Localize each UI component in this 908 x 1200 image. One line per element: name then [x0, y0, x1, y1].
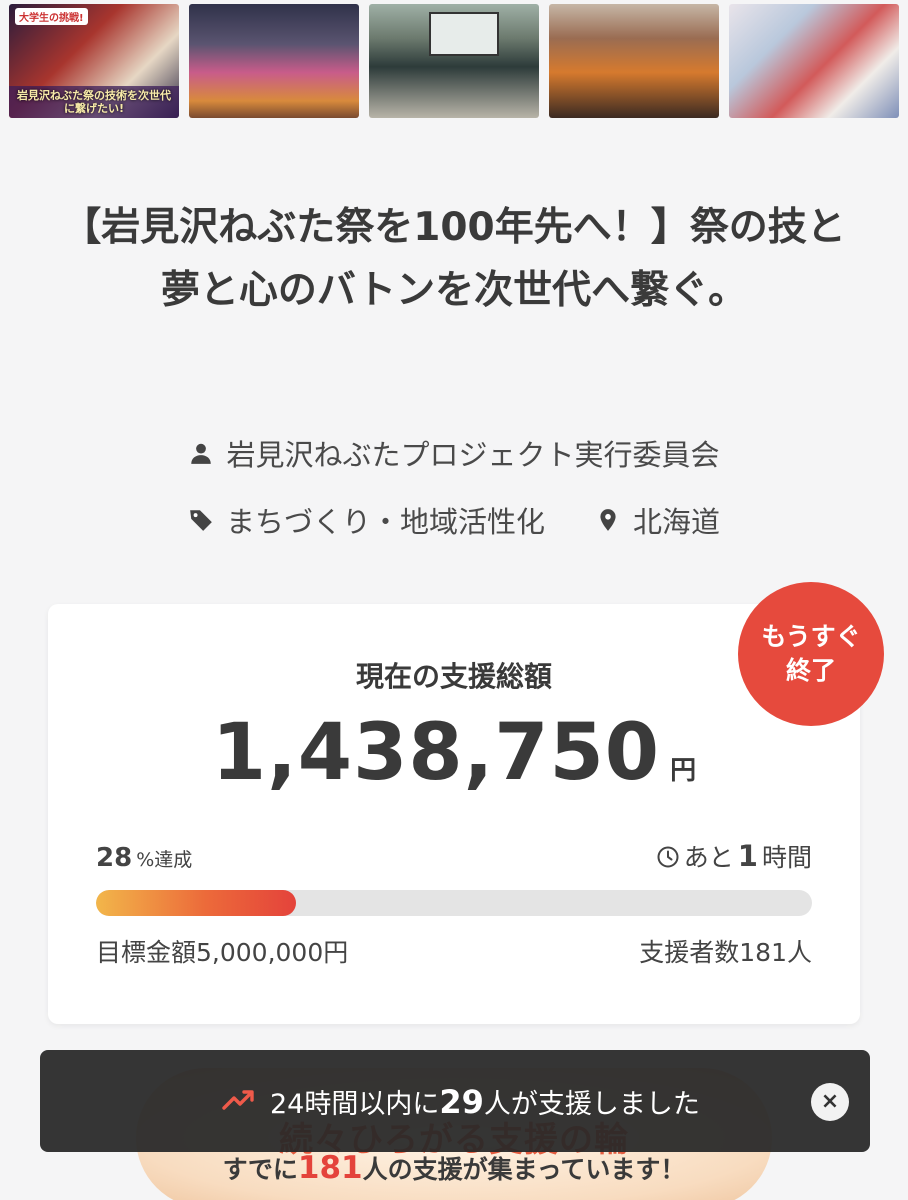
toast-message: 24時間以内に29人が支援しました [270, 1082, 700, 1121]
amount-currency: 円 [670, 756, 697, 786]
promo-subtext: すでに181人の支援が集まっています！ [0, 1150, 908, 1186]
achievement-unit: %達成 [136, 849, 193, 871]
achievement-percent: 28 [96, 843, 133, 873]
funding-amount: 1,438,750 円 [48, 708, 860, 798]
remaining-unit: 時間 [761, 843, 812, 872]
person-icon [191, 443, 212, 464]
supporters-unit: 人 [786, 938, 812, 967]
close-icon[interactable]: × [811, 1083, 849, 1121]
gallery-thumbnail[interactable] [549, 4, 719, 118]
supporters-label: 支援者数 [639, 938, 740, 967]
promo-sub-suffix: 人の支援が集まっています！ [362, 1155, 686, 1184]
promo-sub-prefix: すでに [222, 1155, 298, 1184]
progress-info-row: 28 %達成 あと 1 時間 [96, 838, 812, 874]
support-notification-toast: 24時間以内に29人が支援しました × [40, 1050, 870, 1152]
owner-name: 岩見沢ねぶたプロジェクト実行委員会 [226, 438, 720, 472]
project-title: 【岩見沢ねぶた祭を100年先へ！】祭の技と夢と心のバトンを次世代へ繋ぐ。 [62, 205, 846, 313]
category-tag[interactable]: まちづくり・地域活性化 [188, 499, 545, 541]
location-tag[interactable]: 北海道 [595, 499, 720, 541]
thumbnail-screen [429, 12, 499, 56]
progress-bar [96, 890, 812, 916]
gallery-thumbnail[interactable] [189, 4, 359, 118]
badge-line-1: もうすぐ [761, 622, 861, 651]
amount-value: 1,438,750 [211, 708, 661, 798]
gallery-thumbnail[interactable] [729, 4, 899, 118]
progress-bar-fill [96, 890, 297, 916]
supporters-value: 181 [739, 938, 787, 967]
goal-info-row: 目標金額5,000,000円 支援者数181人 [96, 933, 812, 969]
thumbnail-badge: 大学生の挑戦! [15, 8, 88, 25]
tag-icon [190, 510, 212, 531]
image-gallery: 大学生の挑戦! 岩見沢ねぶた祭の技術を次世代に繋げたい! [9, 4, 899, 118]
time-remaining: あと 1 時間 [656, 838, 812, 874]
achievement: 28 %達成 [96, 843, 192, 873]
tags-row: まちづくり・地域活性化 北海道 [0, 499, 908, 541]
badge-line-2: 終了 [785, 656, 836, 685]
goal-amount: 目標金額5,000,000円 [96, 938, 349, 967]
gallery-thumbnail[interactable] [369, 4, 539, 118]
owner-row: 岩見沢ねぶたプロジェクト実行委員会 [0, 432, 908, 474]
location-label: 北海道 [633, 505, 721, 539]
thumbnail-caption: 岩見沢ねぶた祭の技術を次世代に繋げたい! [9, 86, 179, 118]
location-pin-icon [600, 509, 616, 531]
toast-suffix: 人が支援しました [483, 1089, 700, 1120]
project-owner[interactable]: 岩見沢ねぶたプロジェクト実行委員会 [188, 432, 720, 474]
remaining-prefix: あと [683, 843, 734, 872]
promo-sub-count: 181 [297, 1150, 363, 1186]
toast-prefix: 24時間以内に [270, 1089, 440, 1120]
clock-icon [657, 846, 679, 868]
category-label: まちづくり・地域活性化 [225, 505, 545, 539]
gallery-thumbnail[interactable]: 大学生の挑戦! 岩見沢ねぶた祭の技術を次世代に繋げたい! [9, 4, 179, 118]
toast-count: 29 [439, 1083, 484, 1121]
trending-up-icon [222, 1090, 254, 1110]
remaining-value: 1 [737, 839, 758, 873]
ending-soon-badge: もうすぐ 終了 [738, 582, 884, 726]
supporter-count: 支援者数181人 [639, 933, 812, 969]
project-page: 大学生の挑戦! 岩見沢ねぶた祭の技術を次世代に繋げたい! 【岩見沢ねぶた祭を10… [0, 0, 908, 1200]
